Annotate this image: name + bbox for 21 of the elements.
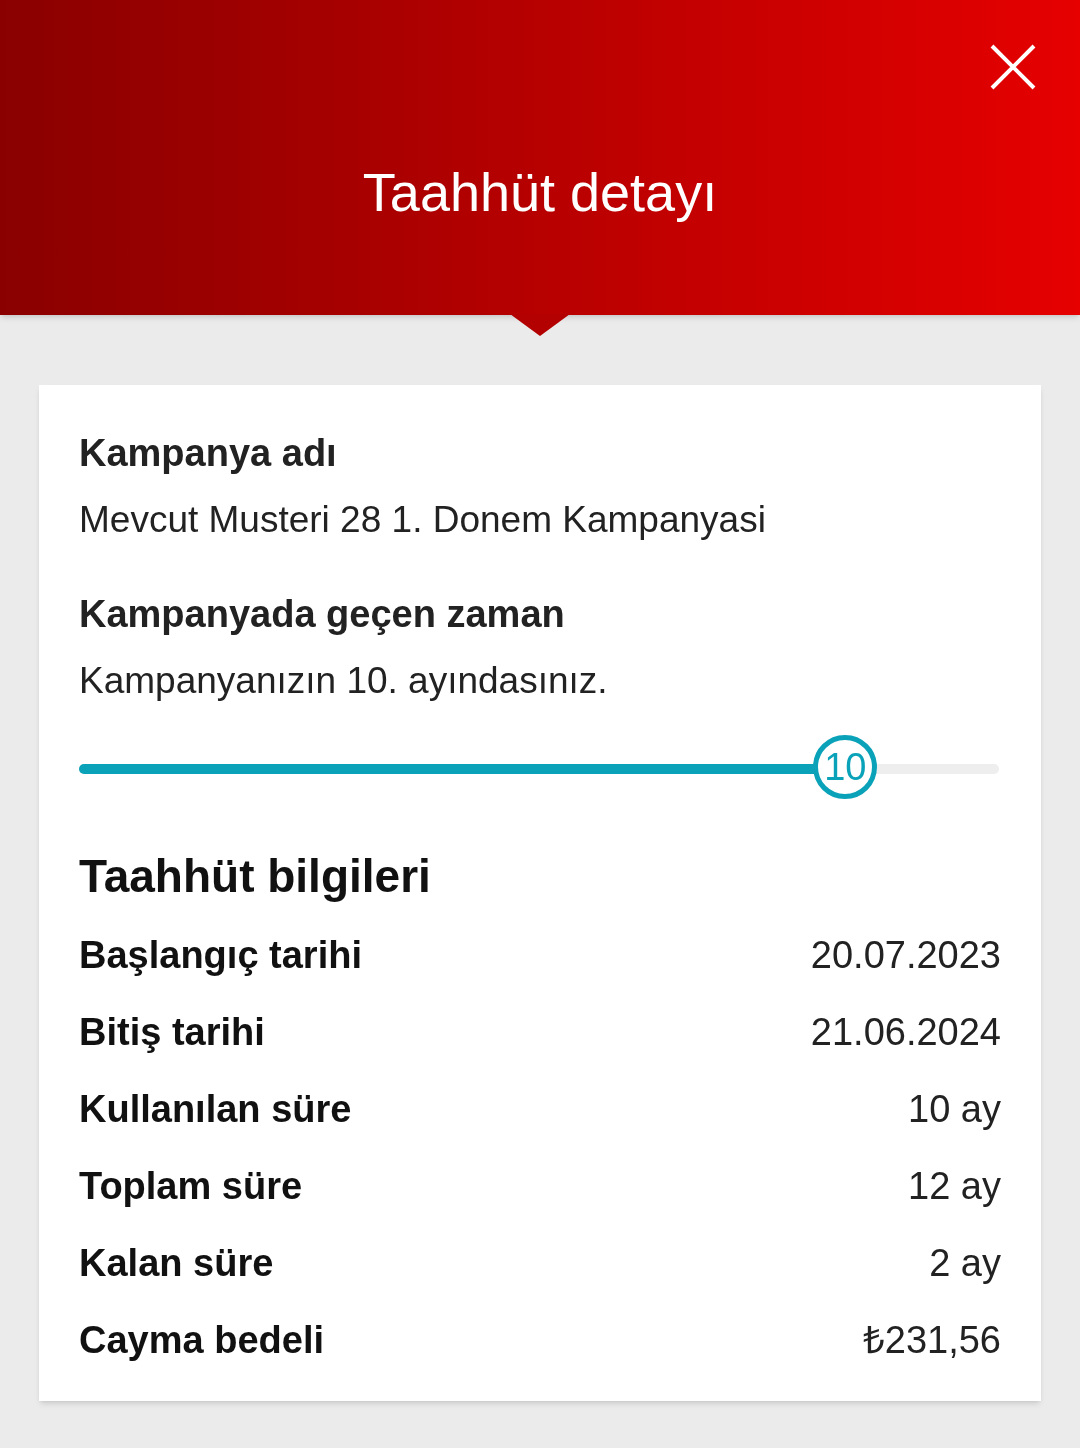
progress-thumb: 10 [813,735,878,799]
info-value: 2 ay [929,1241,1001,1286]
section-label: Kampanya adı [79,431,338,476]
section-label: Kampanyada geçen zaman [79,591,566,637]
elapsed-text: Kampanyanızın 10. ayındasınız. [79,658,609,703]
close-icon [989,43,1037,91]
pointer-notch-icon [510,314,570,336]
info-value: ₺231,56 [862,1318,1001,1363]
info-value: 21.06.2024 [810,1010,1001,1055]
info-value: 12 ay [908,1164,1001,1209]
info-label: Kullanılan süre [79,1087,352,1132]
info-value: 20.07.2023 [810,933,1001,978]
info-label: Bitiş tarihi [79,1010,265,1055]
info-label: Cayma bedeli [79,1318,324,1363]
info-label: Kalan süre [79,1241,274,1286]
section-title: Taahhüt bilgileri [79,849,432,904]
info-value: 10 ay [908,1087,1001,1132]
info-label: Başlangıç tarihi [79,933,362,978]
campaign-name: Mevcut Musteri 28 1. Donem Kampanyasi [79,498,767,542]
page-title: Taahhüt detayı [362,161,718,224]
info-label: Toplam süre [79,1164,303,1209]
